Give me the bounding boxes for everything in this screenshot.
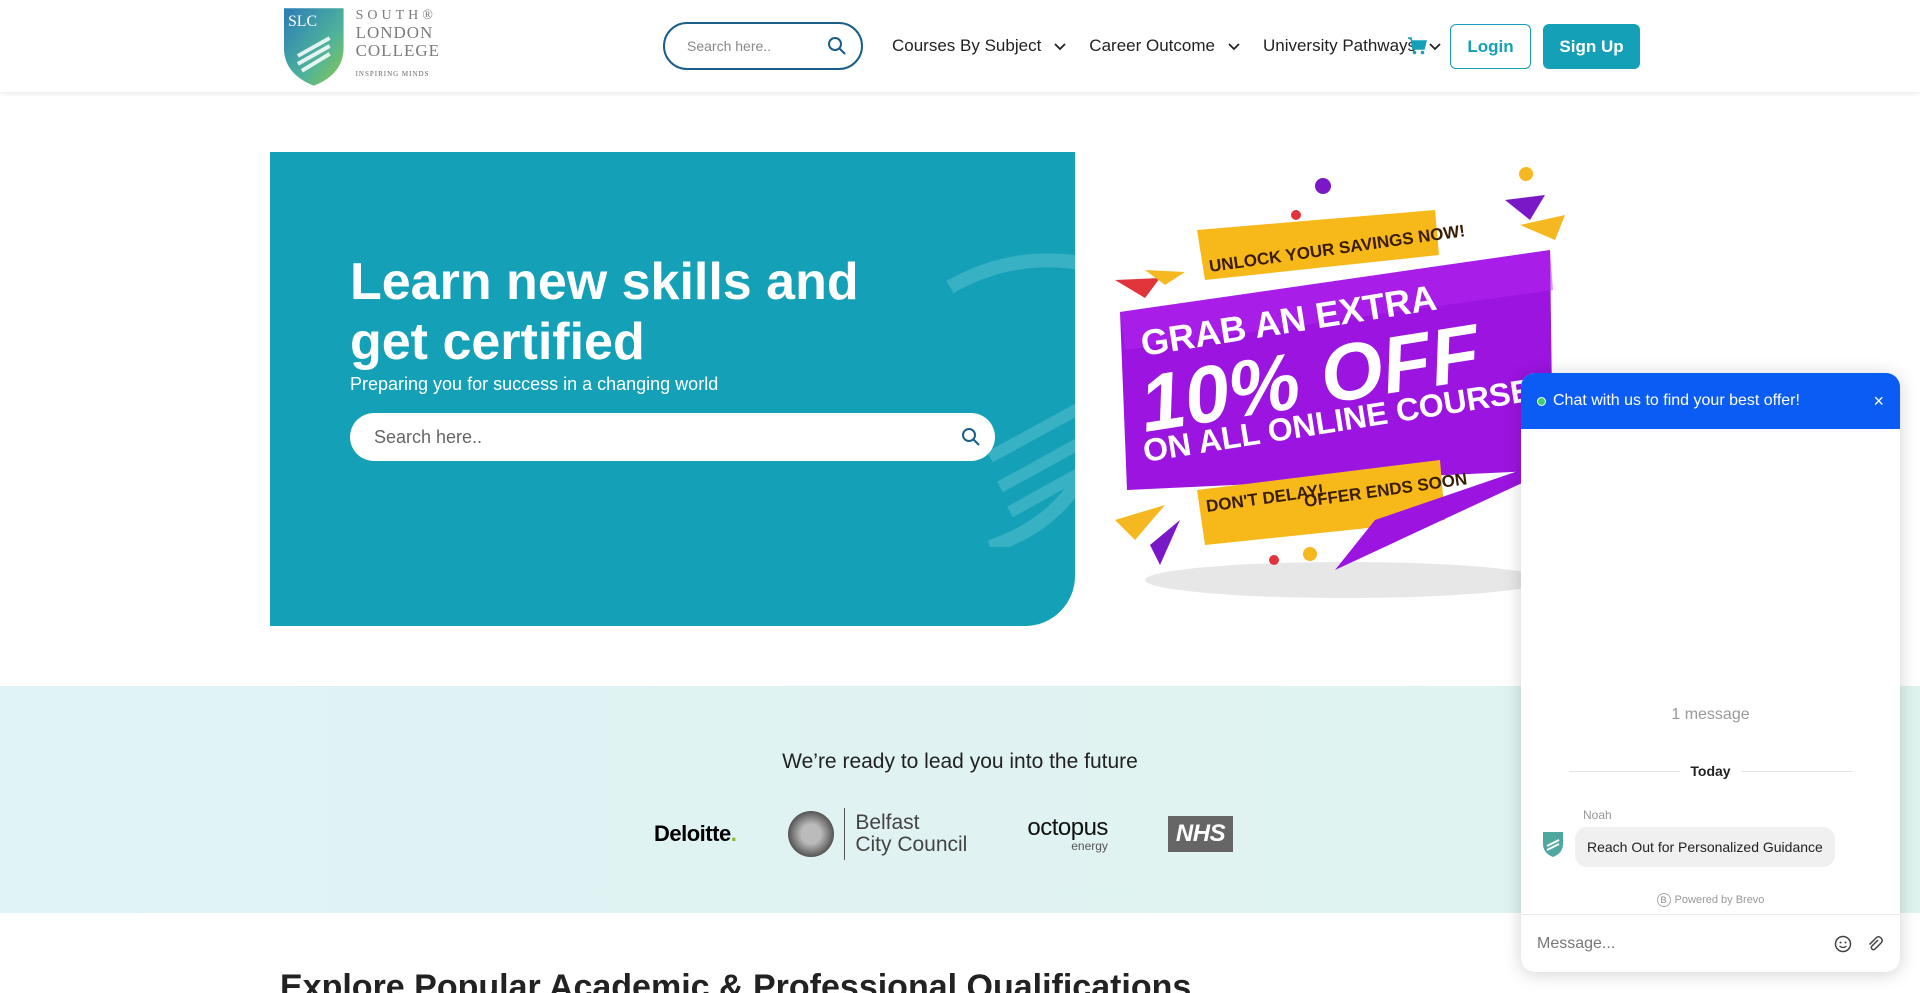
brevo-icon: B: [1656, 893, 1671, 907]
site-logo[interactable]: SLC SOUTH® LONDON COLLEGE INSPIRING MIND…: [280, 4, 440, 88]
logo-tagline: INSPIRING MINDS: [355, 70, 430, 78]
chat-widget: Chat with us to find your best offer! × …: [1521, 373, 1900, 972]
chat-sender-name: Noah: [1583, 808, 1612, 822]
belfast-city-council-logo: Belfast City Council: [788, 808, 967, 860]
logo-line-1: SOUTH®: [355, 8, 437, 23]
login-button[interactable]: Login: [1450, 24, 1531, 69]
confetti-dot: [1269, 555, 1279, 565]
nav-courses-by-subject[interactable]: Courses By Subject: [892, 36, 1067, 56]
chevron-down-icon: [1054, 43, 1066, 51]
hero-search: [350, 413, 995, 461]
nhs-logo: NHS: [1167, 816, 1234, 852]
nav-career-outcome[interactable]: Career Outcome: [1089, 36, 1241, 56]
signup-button[interactable]: Sign Up: [1543, 24, 1640, 69]
chat-message: Noah Reach Out for Personalized Guidance: [1541, 808, 1835, 867]
belfast-line-2: City Council: [855, 833, 968, 856]
header-search-input[interactable]: [687, 38, 827, 54]
confetti-dot: [1519, 167, 1533, 181]
promo-banner[interactable]: UNLOCK YOUR SAVINGS NOW! GRAB AN EXTRA 1…: [1115, 160, 1575, 610]
chat-message-input[interactable]: [1537, 934, 1820, 953]
search-icon[interactable]: [827, 36, 847, 56]
chat-day-divider: Today: [1569, 763, 1853, 779]
shield-watermark-icon: [946, 253, 1075, 547]
confetti-dot: [1291, 210, 1301, 220]
chat-message-count: 1 message: [1671, 706, 1750, 723]
logo-line-3: COLLEGE: [355, 41, 440, 60]
agent-avatar-icon: [1543, 832, 1563, 857]
logo-wordmark: SOUTH® LONDON COLLEGE INSPIRING MINDS: [356, 4, 440, 78]
chat-header: Chat with us to find your best offer! ×: [1521, 373, 1900, 429]
shield-logo-icon: SLC: [283, 8, 344, 86]
online-status-icon: [1537, 396, 1546, 406]
close-icon[interactable]: ×: [1873, 391, 1884, 412]
chevron-down-icon: [1228, 43, 1240, 51]
nav-label: Courses By Subject: [892, 36, 1042, 55]
confetti-dot: [1303, 547, 1317, 561]
belfast-line-1: Belfast: [855, 811, 920, 834]
chevron-down-icon: [1429, 43, 1441, 51]
hero-banner: Learn new skills and get certified Prepa…: [270, 152, 1075, 626]
section-heading: Explore Popular Academic & Professional …: [280, 968, 1192, 993]
main-nav: Courses By Subject Career Outcome Univer…: [892, 28, 1464, 64]
confetti-dot: [1315, 178, 1331, 194]
deloitte-logo: Deloitte.: [654, 821, 737, 846]
chat-header-title: Chat with us to find your best offer!: [1553, 392, 1800, 409]
hero-search-input[interactable]: [374, 426, 961, 448]
header-search: [663, 22, 863, 70]
hero-subtitle: Preparing you for success in a changing …: [350, 374, 719, 394]
nav-label: Career Outcome: [1089, 36, 1215, 55]
attachment-icon[interactable]: [1866, 935, 1884, 953]
site-header: SLC SOUTH® LONDON COLLEGE INSPIRING MIND…: [0, 0, 1920, 92]
emoji-icon[interactable]: [1834, 935, 1852, 953]
search-icon[interactable]: [961, 427, 981, 447]
svg-text:SLC: SLC: [288, 13, 317, 30]
chat-bubble: Reach Out for Personalized Guidance: [1575, 827, 1835, 867]
octopus-energy-logo: octopus energy: [1027, 814, 1108, 853]
nav-label: University Pathways: [1262, 36, 1417, 55]
council-seal-icon: [788, 811, 835, 857]
logo-line-2: LONDON: [355, 23, 434, 42]
powered-by[interactable]: B Powered by Brevo: [1521, 893, 1900, 907]
cart-icon[interactable]: [1407, 36, 1427, 56]
hero-title: Learn new skills and get certified: [350, 253, 859, 371]
chat-input-bar: [1521, 914, 1900, 972]
partner-logos: Deloitte. Belfast City Council octopus e…: [654, 806, 1234, 862]
